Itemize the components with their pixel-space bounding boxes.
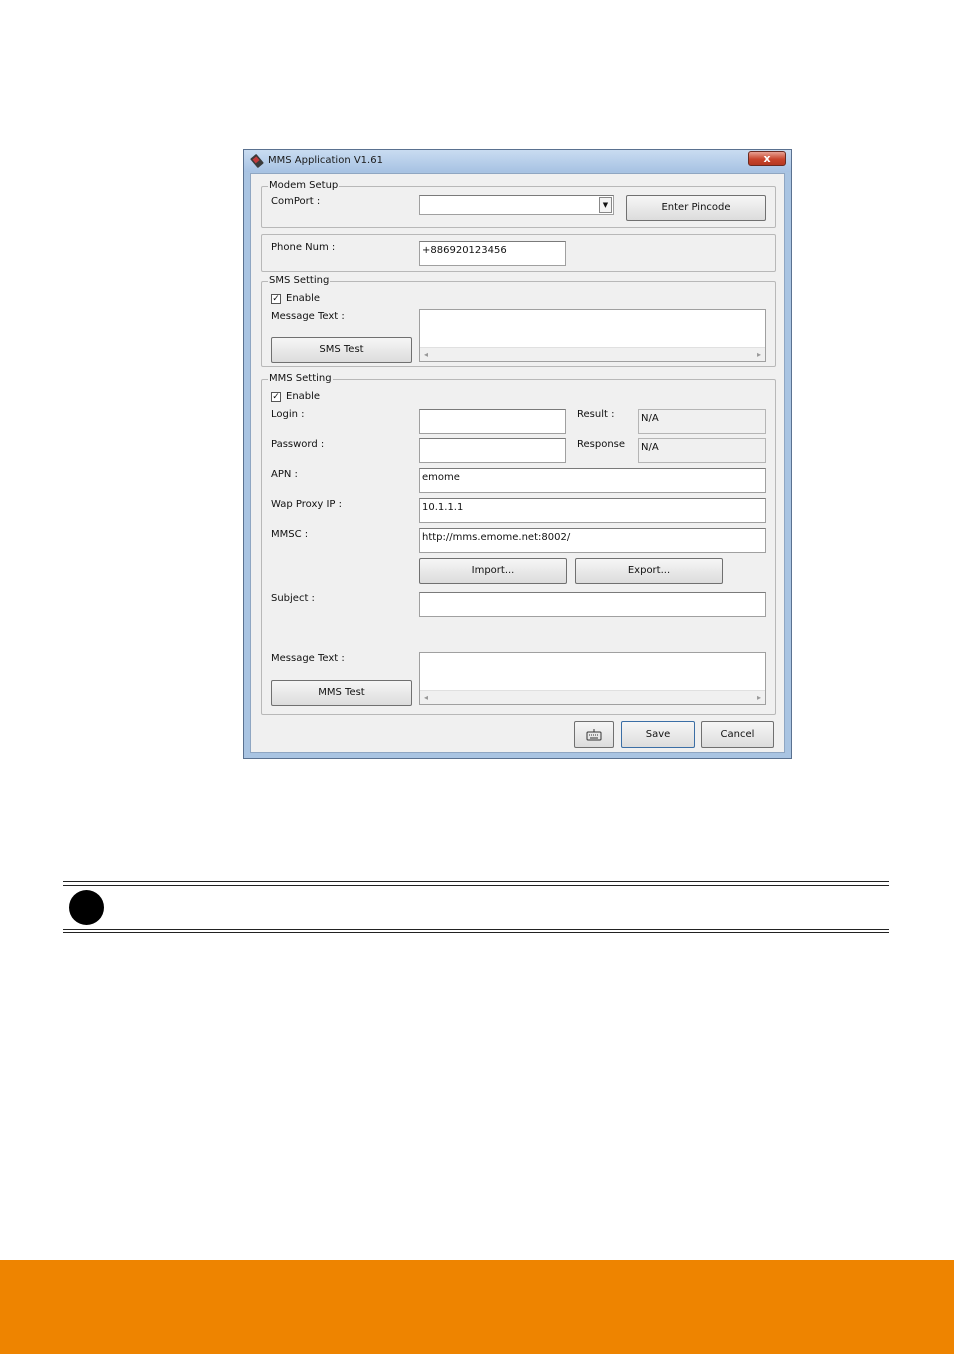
note-bottom-rule-1 bbox=[63, 929, 889, 930]
wap-proxy-ip-field[interactable]: 10.1.1.1 bbox=[419, 498, 766, 523]
enter-pincode-button[interactable]: Enter Pincode bbox=[626, 195, 766, 221]
mms-message-text-label: Message Text : bbox=[271, 653, 345, 664]
keyboard-button[interactable] bbox=[574, 721, 614, 748]
note-bullet-icon bbox=[69, 890, 104, 925]
chevron-down-icon[interactable]: ▼ bbox=[599, 197, 612, 213]
close-icon: x bbox=[763, 152, 771, 165]
login-field[interactable] bbox=[419, 409, 566, 434]
footer-bar bbox=[0, 1260, 954, 1354]
sms-test-button[interactable]: SMS Test bbox=[271, 337, 412, 363]
apn-label: APN : bbox=[271, 469, 298, 480]
note-top-rule-1 bbox=[63, 881, 889, 882]
note-bottom-rule-2 bbox=[63, 932, 889, 933]
sms-message-text-area[interactable]: ◂ ▸ bbox=[419, 309, 766, 362]
result-value: N/A bbox=[638, 409, 766, 434]
mms-enable-label: Enable bbox=[286, 391, 321, 402]
mms-application-window: MMS Application V1.61 x Modem Setup ComP… bbox=[243, 149, 792, 759]
mmsc-field[interactable]: http://mms.emome.net:8002/ bbox=[419, 528, 766, 553]
subject-field[interactable] bbox=[419, 592, 766, 617]
password-field[interactable] bbox=[419, 438, 566, 463]
note-top-rule-2 bbox=[63, 885, 889, 886]
export-button[interactable]: Export... bbox=[575, 558, 723, 584]
app-icon bbox=[250, 154, 264, 168]
scroll-left-icon[interactable]: ◂ bbox=[424, 348, 428, 361]
scroll-left-icon[interactable]: ◂ bbox=[424, 691, 428, 704]
mms-enable-checkbox[interactable]: ✓ bbox=[271, 392, 281, 402]
mms-message-text-area[interactable]: ◂ ▸ bbox=[419, 652, 766, 705]
close-button[interactable]: x bbox=[748, 151, 786, 166]
result-label: Result : bbox=[577, 409, 615, 420]
sms-enable-checkbox[interactable]: ✓ bbox=[271, 294, 281, 304]
scroll-right-icon[interactable]: ▸ bbox=[757, 348, 761, 361]
mms-message-scrollbar[interactable]: ◂ ▸ bbox=[420, 690, 765, 704]
scroll-right-icon[interactable]: ▸ bbox=[757, 691, 761, 704]
keyboard-icon bbox=[586, 729, 602, 744]
title-bar[interactable]: MMS Application V1.61 x bbox=[244, 150, 791, 172]
password-label: Password : bbox=[271, 439, 325, 450]
apn-field[interactable]: emome bbox=[419, 468, 766, 493]
comport-select[interactable]: ▼ bbox=[419, 195, 614, 215]
phone-num-label: Phone Num : bbox=[271, 242, 336, 253]
mms-test-button[interactable]: MMS Test bbox=[271, 680, 412, 706]
subject-label: Subject : bbox=[271, 593, 315, 604]
comport-label: ComPort : bbox=[271, 196, 321, 207]
sms-message-text-label: Message Text : bbox=[271, 311, 345, 322]
response-value: N/A bbox=[638, 438, 766, 463]
sms-setting-group-label: SMS Setting bbox=[268, 275, 331, 286]
mmsc-label: MMSC : bbox=[271, 529, 309, 540]
phone-num-field[interactable]: +886920123456 bbox=[419, 241, 566, 266]
response-label: Response bbox=[577, 439, 626, 450]
window-title: MMS Application V1.61 bbox=[268, 155, 383, 166]
login-label: Login : bbox=[271, 409, 305, 420]
sms-enable-label: Enable bbox=[286, 293, 321, 304]
import-button[interactable]: Import... bbox=[419, 558, 567, 584]
modem-setup-group: Modem Setup ComPort : ▼ Enter Pincode bbox=[261, 180, 776, 228]
sms-setting-group: SMS Setting ✓ Enable Message Text : ◂ ▸ … bbox=[261, 275, 776, 367]
wap-proxy-ip-label: Wap Proxy IP : bbox=[271, 499, 343, 510]
phone-group: Phone Num : +886920123456 bbox=[261, 234, 776, 272]
modem-setup-group-label: Modem Setup bbox=[268, 180, 340, 191]
mms-setting-group: MMS Setting ✓ Enable Login : Result : N/… bbox=[261, 373, 776, 715]
cancel-button[interactable]: Cancel bbox=[701, 721, 774, 748]
mms-setting-group-label: MMS Setting bbox=[268, 373, 333, 384]
window-client-area: Modem Setup ComPort : ▼ Enter Pincode Ph… bbox=[250, 173, 785, 753]
sms-message-scrollbar[interactable]: ◂ ▸ bbox=[420, 347, 765, 361]
save-button[interactable]: Save bbox=[621, 721, 695, 748]
